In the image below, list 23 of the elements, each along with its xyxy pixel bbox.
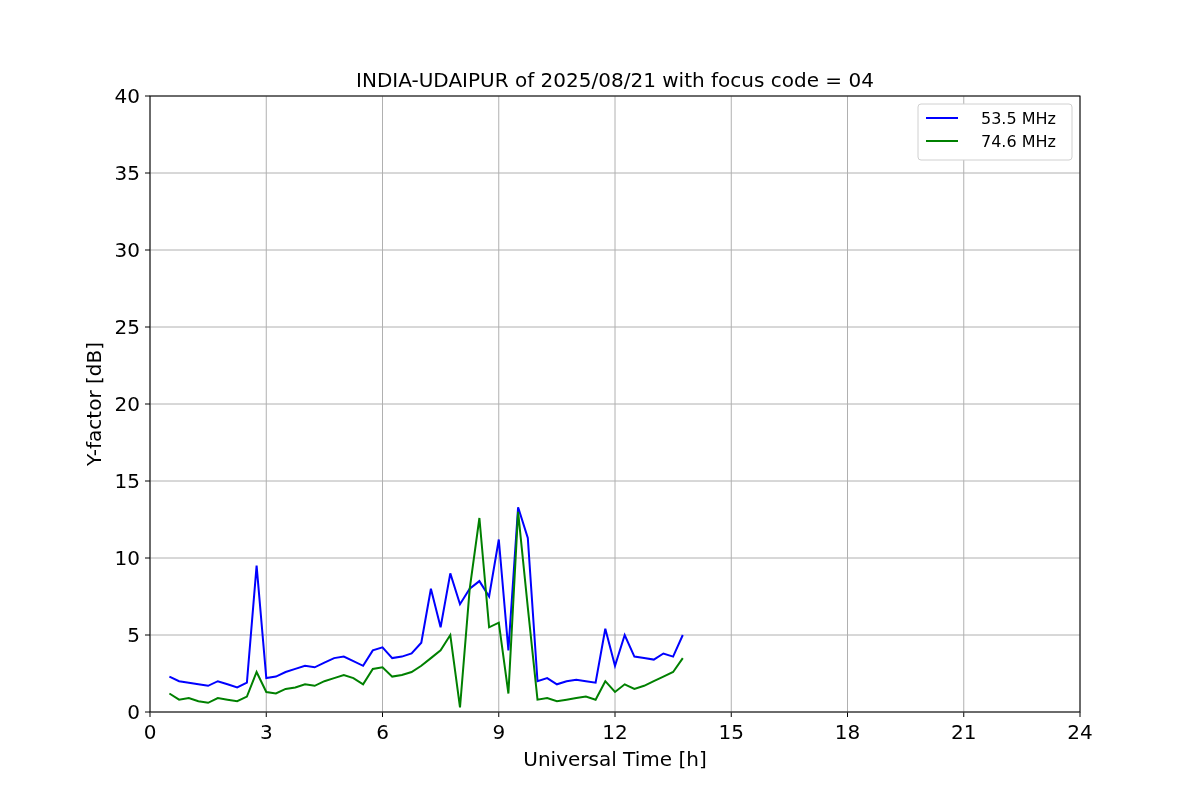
y-tick-label: 30 (114, 238, 140, 262)
legend-label: 74.6 MHz (981, 132, 1056, 151)
x-axis-label: Universal Time [h] (523, 747, 707, 771)
y-axis-label: Y-factor [dB] (82, 342, 106, 466)
y-tick-label: 20 (114, 392, 140, 416)
x-tick-label: 6 (376, 720, 389, 744)
y-tick-label: 25 (114, 315, 140, 339)
x-tick-label: 24 (1067, 720, 1093, 744)
y-tick-label: 15 (114, 469, 140, 493)
x-tick-label: 3 (259, 720, 273, 744)
x-tick-label: 9 (492, 720, 506, 744)
x-tick-label: 21 (951, 720, 977, 744)
y-tick-label: 5 (127, 623, 140, 647)
chart-title: INDIA-UDAIPUR of 2025/08/21 with focus code = 04 (356, 68, 874, 92)
y-tick-label: 10 (114, 546, 140, 570)
x-tick-label: 18 (834, 720, 861, 744)
x-tick-label: 12 (602, 720, 628, 744)
legend-label: 53.5 MHz (981, 109, 1056, 128)
x-tick-label: 0 (143, 720, 157, 744)
y-tick-label: 0 (127, 700, 140, 724)
y-tick-label: 40 (114, 84, 140, 108)
y-tick-label: 35 (114, 161, 140, 185)
x-tick-label: 15 (718, 720, 744, 744)
